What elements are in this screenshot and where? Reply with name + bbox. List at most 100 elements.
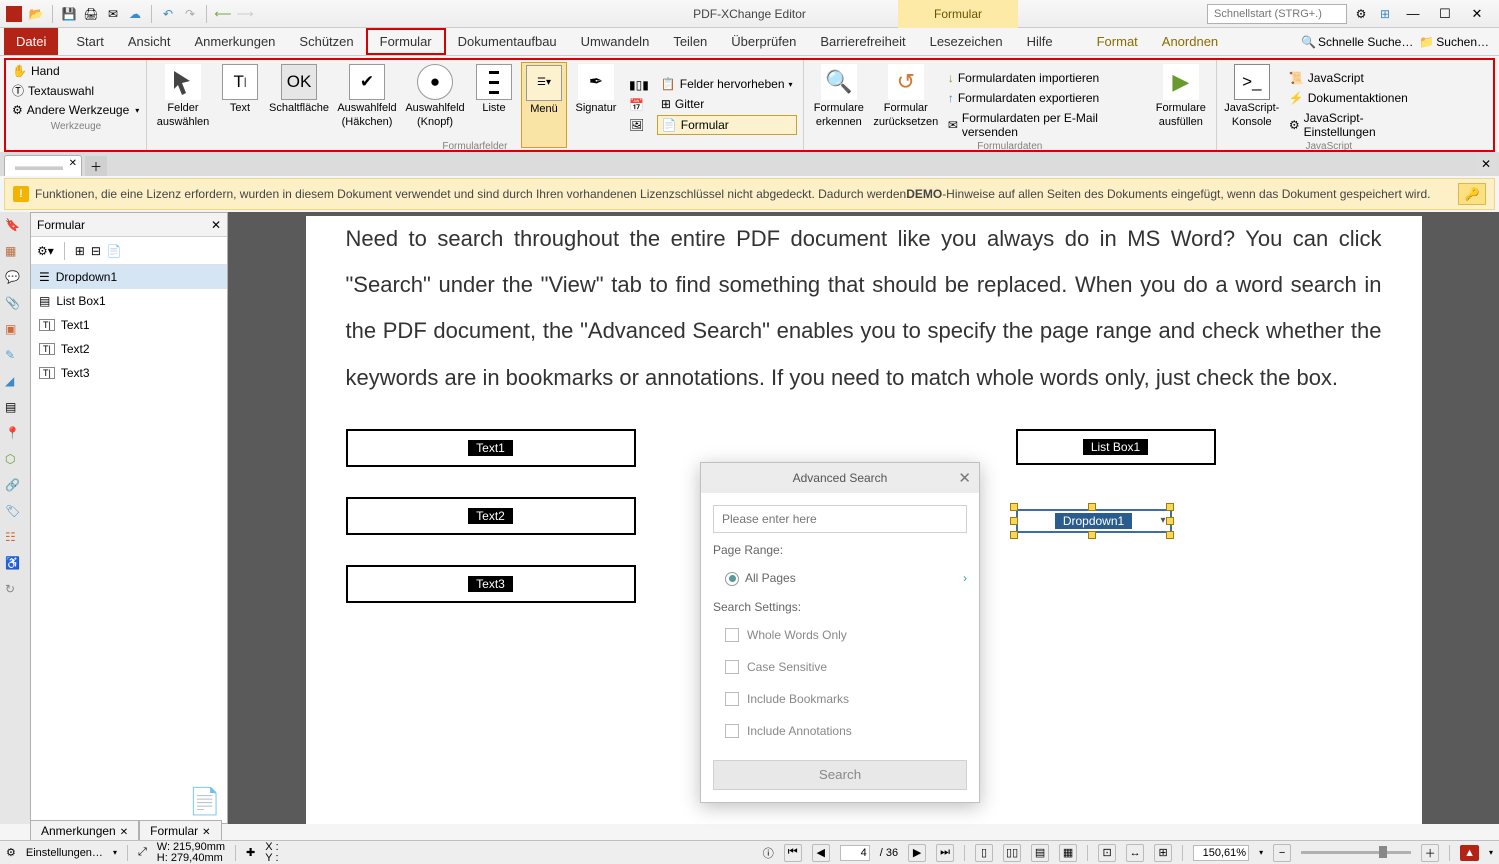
pdf-badge-icon[interactable]: ▲ bbox=[1460, 845, 1479, 861]
whole-words-checkbox[interactable]: Whole Words Only bbox=[713, 624, 967, 646]
close-dialog-icon[interactable]: ✕ bbox=[958, 469, 971, 487]
doc-actions-button[interactable]: ⚡Dokumentaktionen bbox=[1285, 89, 1435, 107]
save-icon[interactable]: 💾 bbox=[59, 4, 79, 24]
tab-dokumentaufbau[interactable]: Dokumentaufbau bbox=[446, 28, 569, 55]
nav-back-icon[interactable]: ⟵ bbox=[213, 4, 233, 24]
3d-icon[interactable]: ⬡ bbox=[5, 452, 25, 470]
text-field-button[interactable]: T| Text bbox=[217, 62, 263, 148]
close-tab-icon[interactable]: ✕ bbox=[69, 158, 77, 169]
maximize-button[interactable]: ☐ bbox=[1431, 4, 1459, 24]
list-item[interactable]: T|Text2 bbox=[31, 337, 227, 361]
tab-schuetzen[interactable]: Schützen bbox=[287, 28, 365, 55]
search-button[interactable]: Search bbox=[713, 760, 967, 790]
tab-anmerkungen[interactable]: Anmerkungen bbox=[182, 28, 287, 55]
quick-search-link[interactable]: 🔍Schnelle Suche… bbox=[1301, 35, 1413, 49]
grid-button[interactable]: ⊞Gitter bbox=[657, 95, 797, 113]
detect-forms-button[interactable]: 🔍 Formulareerkennen bbox=[810, 62, 868, 148]
all-pages-radio[interactable]: All Pages › bbox=[713, 567, 967, 590]
history-icon[interactable]: ↻ bbox=[5, 582, 25, 600]
list-item[interactable]: T|Text3 bbox=[31, 361, 227, 385]
close-button[interactable]: ✕ bbox=[1463, 4, 1491, 24]
open-icon[interactable]: 📂 bbox=[26, 4, 46, 24]
javascript-button[interactable]: 📜JavaScript bbox=[1285, 69, 1435, 87]
file-tab[interactable]: Datei bbox=[4, 28, 58, 55]
list-item[interactable]: ▤List Box1 bbox=[31, 289, 227, 313]
close-panel-icon[interactable]: ✕ bbox=[211, 218, 221, 232]
ui-options-icon[interactable]: ⚙ bbox=[1351, 4, 1371, 24]
text-select-tool[interactable]: ⓉTextauswahl bbox=[12, 82, 140, 99]
panel-properties-icon[interactable]: 📄 bbox=[107, 244, 122, 258]
redo-icon[interactable]: ↷ bbox=[180, 4, 200, 24]
tab-format[interactable]: Format bbox=[1085, 28, 1150, 55]
bottom-tab-annotations[interactable]: Anmerkungen✕ bbox=[30, 820, 139, 842]
tab-hilfe[interactable]: Hilfe bbox=[1015, 28, 1065, 55]
quicksearch-input[interactable] bbox=[1207, 4, 1347, 24]
panel-expand-icon[interactable]: ⊞ bbox=[75, 244, 85, 258]
document-tab[interactable]: ▬▬▬▬✕ bbox=[4, 155, 82, 176]
case-sensitive-checkbox[interactable]: Case Sensitive bbox=[713, 656, 967, 678]
include-annotations-checkbox[interactable]: Include Annotations bbox=[713, 720, 967, 742]
accessibility-icon[interactable]: ♿ bbox=[5, 556, 25, 574]
hand-tool[interactable]: ✋Hand bbox=[12, 64, 140, 78]
text-field-1[interactable]: Text1 bbox=[346, 429, 636, 467]
import-formdata-button[interactable]: ↓Formulardaten importieren bbox=[944, 69, 1148, 87]
radio-field-button[interactable]: ● Auswahlfeld(Knopf) bbox=[403, 62, 467, 148]
links-icon[interactable]: 🔗 bbox=[5, 478, 25, 496]
add-tab-button[interactable]: ＋ bbox=[85, 156, 107, 176]
tab-start[interactable]: Start bbox=[64, 28, 115, 55]
content-icon[interactable]: ▤ bbox=[5, 400, 25, 418]
view-mode-3-icon[interactable]: ▤ bbox=[1031, 844, 1049, 862]
dropdown-field[interactable]: Dropdown1 bbox=[1016, 509, 1172, 533]
print-icon[interactable]: 🖨 bbox=[81, 4, 101, 24]
js-console-button[interactable]: >_ JavaScript-Konsole bbox=[1223, 62, 1281, 148]
layers-icon[interactable]: ◢ bbox=[5, 374, 25, 392]
last-page-button[interactable]: ⏭ bbox=[936, 844, 954, 862]
tab-teilen[interactable]: Teilen bbox=[661, 28, 719, 55]
text-field-3[interactable]: Text3 bbox=[346, 565, 636, 603]
chevron-right-icon[interactable]: › bbox=[963, 571, 967, 585]
tab-anordnen[interactable]: Anordnen bbox=[1150, 28, 1230, 55]
reset-form-button[interactable]: ↺ Formularzurücksetzen bbox=[872, 62, 940, 148]
export-formdata-button[interactable]: ↑Formulardaten exportieren bbox=[944, 89, 1148, 107]
signatures-sidebar-icon[interactable]: ✎ bbox=[5, 348, 25, 366]
js-settings-button[interactable]: ⚙JavaScript-Einstellungen bbox=[1285, 109, 1435, 141]
cloud-icon[interactable]: ☁ bbox=[125, 4, 145, 24]
tab-lesezeichen[interactable]: Lesezeichen bbox=[918, 28, 1015, 55]
image-icon[interactable]: 🖼 bbox=[625, 116, 653, 134]
tab-ueberpruefen[interactable]: Überprüfen bbox=[719, 28, 808, 55]
app-icon[interactable] bbox=[4, 4, 24, 24]
tab-barrierefreiheit[interactable]: Barrierefreiheit bbox=[808, 28, 917, 55]
select-fields-button[interactable]: Felderauswählen bbox=[153, 62, 213, 148]
list-field-button[interactable]: ▬▬▬ Liste bbox=[471, 62, 517, 148]
next-page-button[interactable]: ▶ bbox=[908, 844, 926, 862]
signature-field-button[interactable]: ✒ Signatur bbox=[571, 62, 621, 148]
zoom-slider[interactable] bbox=[1301, 851, 1411, 854]
page-number-input[interactable] bbox=[840, 845, 870, 861]
thumbnails-icon[interactable]: ▦ bbox=[5, 244, 25, 262]
formular-row-button[interactable]: 📄Formular bbox=[657, 115, 797, 135]
close-all-tabs-button[interactable]: ✕ bbox=[1475, 154, 1497, 174]
menu-field-button[interactable]: ☰▾ Menü bbox=[521, 62, 567, 148]
zoom-out-button[interactable]: − bbox=[1273, 844, 1291, 862]
checkbox-field-button[interactable]: ✔ Auswahlfeld(Häkchen) bbox=[335, 62, 399, 148]
list-item[interactable]: ☰Dropdown1 bbox=[31, 265, 227, 289]
attachments-icon[interactable]: 📎 bbox=[5, 296, 25, 314]
zoom-input[interactable] bbox=[1193, 845, 1249, 861]
listbox-field[interactable]: List Box1 bbox=[1016, 429, 1216, 465]
bottom-tab-formular[interactable]: Formular✕ bbox=[139, 820, 221, 842]
order-icon[interactable]: ☷ bbox=[5, 530, 25, 548]
fit-page-icon[interactable]: ⊡ bbox=[1098, 844, 1116, 862]
bookmarks-icon[interactable]: 🔖 bbox=[5, 218, 25, 236]
layout-icon[interactable]: ⊞ bbox=[1375, 4, 1395, 24]
other-tools[interactable]: ⚙Andere Werkzeuge▾ bbox=[12, 103, 140, 117]
comments-icon[interactable]: 💬 bbox=[5, 270, 25, 288]
search-input[interactable] bbox=[713, 505, 967, 533]
list-item[interactable]: T|Text1 bbox=[31, 313, 227, 337]
mail-icon[interactable]: ✉ bbox=[103, 4, 123, 24]
fit-actual-icon[interactable]: ⊞ bbox=[1154, 844, 1172, 862]
highlight-fields-button[interactable]: 📋Felder hervorheben▾ bbox=[657, 75, 797, 93]
tags-sidebar-icon[interactable]: 🏷 bbox=[5, 504, 25, 522]
tab-ansicht[interactable]: Ansicht bbox=[116, 28, 183, 55]
settings-link[interactable]: Einstellungen… bbox=[26, 847, 103, 859]
tab-umwandeln[interactable]: Umwandeln bbox=[569, 28, 662, 55]
